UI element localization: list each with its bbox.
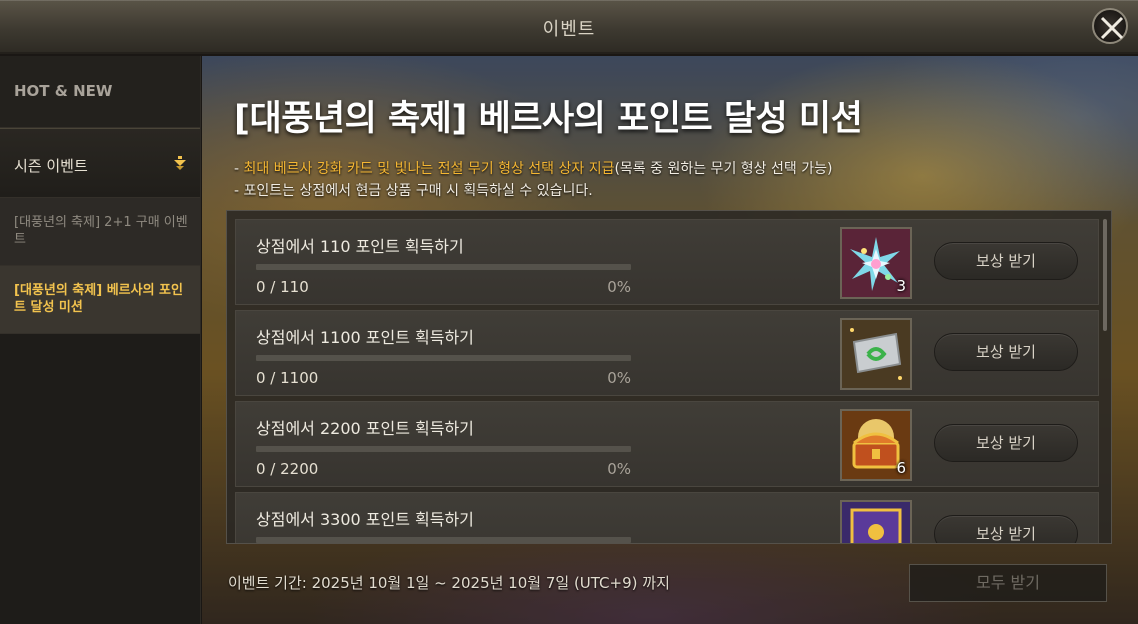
event-description-2: - 포인트는 상점에서 현금 상품 구매 시 획득하실 수 있습니다. [234,183,593,199]
mission-list[interactable]: 상점에서 110 포인트 획득하기 0 / 110 0% 3 보상 받기 상점에… [226,210,1112,544]
claim-reward-button[interactable]: 보상 받기 [934,242,1078,280]
claim-reward-button[interactable]: 보상 받기 [934,333,1078,371]
progress-count: 0 / 1100 [256,369,319,387]
reward-item[interactable] [840,500,912,543]
close-button[interactable] [1092,8,1128,44]
reward-quantity: 6 [896,459,906,477]
chevron-down-icon [174,156,186,170]
mission-label: 상점에서 3300 포인트 획득하기 [256,510,474,529]
enhance-card-icon [842,320,910,388]
mission-row: 상점에서 3300 포인트 획득하기 보상 받기 [235,492,1099,543]
scrollbar[interactable] [1103,219,1107,331]
window-title: 이벤트 [542,19,596,40]
mission-label: 상점에서 2200 포인트 획득하기 [256,419,474,438]
claim-reward-button[interactable]: 보상 받기 [934,424,1078,462]
progress-count: 0 / 2200 [256,460,319,478]
progress-percent: 0% [607,278,631,296]
sidebar-item-point-mission[interactable]: [대풍년의 축제] 베르사의 포인트 달성 미션 [0,266,200,334]
event-period: 이벤트 기간: 2025년 10월 1일 ~ 2025년 10월 7일 (UTC… [228,574,670,592]
sidebar-item-label: [대풍년의 축제] 2+1 구매 이벤트 [14,215,188,247]
progress-percent: 0% [607,369,631,387]
reward-item[interactable] [840,318,912,390]
progress-bar [256,446,631,452]
progress-percent: 0% [607,460,631,478]
progress-bar [256,355,631,361]
progress-bar [256,264,631,270]
close-icon [1100,16,1124,40]
mission-row: 상점에서 110 포인트 획득하기 0 / 110 0% 3 보상 받기 [235,219,1099,305]
reward-item[interactable]: 6 [840,409,912,481]
claim-all-button[interactable]: 모두 받기 [909,564,1107,602]
sidebar-item-label: [대풍년의 축제] 베르사의 포인트 달성 미션 [14,283,183,315]
mission-label: 상점에서 110 포인트 획득하기 [256,237,464,256]
mission-row: 상점에서 2200 포인트 획득하기 0 / 2200 0% 6 보상 받기 [235,401,1099,487]
sidebar-item-hot-new[interactable]: HOT & NEW [0,56,200,128]
mission-label: 상점에서 1100 포인트 획득하기 [256,328,474,347]
sidebar: HOT & NEW 시즌 이벤트 [대풍년의 축제] 2+1 구매 이벤트 [대… [0,56,201,624]
event-content: [대풍년의 축제] 베르사의 포인트 달성 미션 - 최대 베르사 강화 카드 … [202,56,1138,624]
event-description-1: - 최대 베르사 강화 카드 및 빛나는 전설 무기 형상 선택 상자 지급(목… [234,161,833,177]
reward-item[interactable]: 3 [840,227,912,299]
reward-quantity: 3 [896,277,906,295]
title-bar: 이벤트 [0,0,1138,54]
reward-highlight: 최대 베르사 강화 카드 및 빛나는 전설 무기 형상 선택 상자 지급 [243,161,615,177]
event-title: [대풍년의 축제] 베르사의 포인트 달성 미션 [234,99,863,139]
sidebar-item-season-events[interactable]: 시즌 이벤트 [0,128,200,198]
legendary-box-icon [842,502,910,543]
progress-count: 0 / 110 [256,278,309,296]
sidebar-item-label: 시즌 이벤트 [14,157,88,175]
sidebar-item-2plus1-event[interactable]: [대풍년의 축제] 2+1 구매 이벤트 [0,198,200,266]
sidebar-item-label: HOT & NEW [14,82,113,100]
progress-bar [256,537,631,543]
mission-row: 상점에서 1100 포인트 획득하기 0 / 1100 0% 보상 받기 [235,310,1099,396]
claim-reward-button[interactable]: 보상 받기 [934,515,1078,543]
